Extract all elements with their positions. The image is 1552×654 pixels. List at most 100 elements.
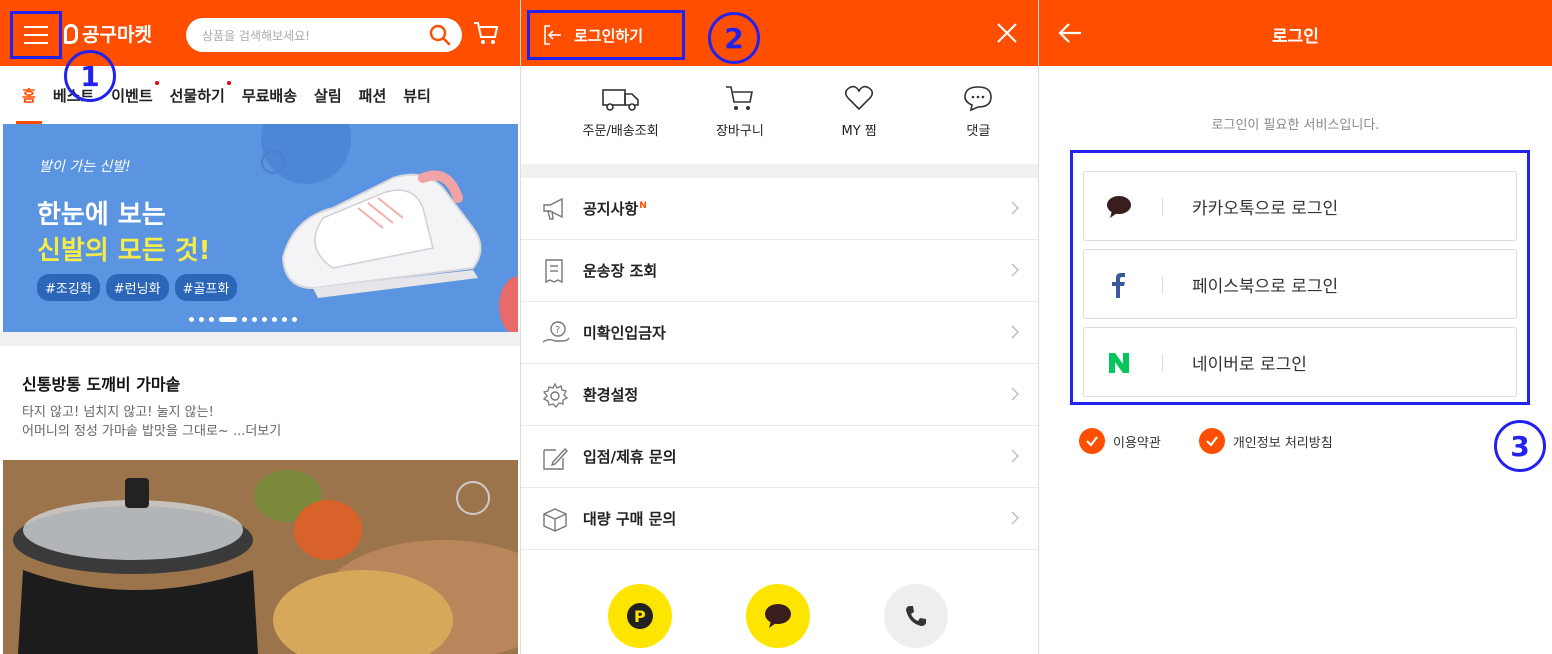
new-dot <box>154 80 159 85</box>
logo-text: 공구마켓 <box>82 24 152 46</box>
section-divider <box>0 332 520 346</box>
speech-bubble-icon <box>964 86 993 112</box>
menu-item-settings[interactable]: 환경설정 <box>521 364 1038 426</box>
new-badge: N <box>639 201 647 211</box>
menu-item-bulk-order[interactable]: 대량 구매 문의 <box>521 488 1038 550</box>
privacy-check[interactable]: 개인정보 처리방침 <box>1198 428 1333 454</box>
chevron-right-icon <box>1011 387 1019 401</box>
chevron-right-icon <box>1011 511 1019 525</box>
menu-item-unconfirmed-deposit[interactable]: ? 미확인입금자 <box>521 302 1038 364</box>
side-drawer-screen: 로그인하기 주문/배송조회 장바구니 MY 찜 댓글 공지사항N 운송장 조회 … <box>521 0 1038 654</box>
kakao-talk-button[interactable] <box>746 584 810 648</box>
privacy-label[interactable]: 개인정보 처리방침 <box>1233 432 1333 451</box>
slide-dot[interactable] <box>272 317 277 322</box>
login-header: 로그인 <box>1039 0 1552 66</box>
tab-free-shipping[interactable]: 무료배송 <box>242 85 297 106</box>
slide-dot[interactable] <box>262 317 267 322</box>
quick-link-wishlist[interactable]: MY 찜 <box>800 66 919 164</box>
slide-dot[interactable] <box>252 317 257 322</box>
app-logo[interactable]: 공구마켓 <box>64 20 152 47</box>
facebook-login-label: 페이스북으로 로그인 <box>1192 276 1339 297</box>
login-button[interactable]: 로그인하기 <box>527 10 685 60</box>
slide-dot[interactable] <box>199 317 204 322</box>
naver-login-button[interactable]: 네이버로 로그인 <box>1083 327 1517 397</box>
slide-dot-active[interactable] <box>219 317 237 322</box>
section-divider <box>521 164 1038 178</box>
phone-button[interactable] <box>884 584 948 648</box>
quick-links: 주문/배송조회 장바구니 MY 찜 댓글 <box>521 66 1038 164</box>
chevron-right-icon <box>1011 201 1019 215</box>
kakao-pay-button[interactable]: P <box>608 584 672 648</box>
tab-beauty[interactable]: 뷰티 <box>403 85 431 106</box>
banner-tag[interactable]: #골프화 <box>174 274 238 301</box>
chevron-right-icon <box>1011 325 1019 339</box>
banner-tags: #조깅화 #런닝화 #골프화 <box>37 274 238 301</box>
page-title: 로그인 <box>1272 27 1319 47</box>
banner-headline: 한눈에 보는 <box>37 200 166 230</box>
menu-item-label: 입점/제휴 문의 <box>583 448 677 466</box>
menu-item-tracking[interactable]: 운송장 조회 <box>521 240 1038 302</box>
article-description-more[interactable]: 어머니의 정성 가마솥 밥맛을 그대로~ ...더보기 <box>22 420 281 439</box>
banner-handwritten-text: 발이 가는 신발! <box>39 159 131 175</box>
tab-gift[interactable]: 선물하기 <box>170 80 231 106</box>
article-title[interactable]: 신통방통 도깨비 가마솥 <box>22 371 180 395</box>
receipt-icon <box>545 259 563 284</box>
annotation-marker-3: 3 <box>1494 420 1546 472</box>
menu-item-label: 미확인입금자 <box>583 324 666 342</box>
annotation-marker-1: 1 <box>64 50 116 102</box>
terms-label[interactable]: 이용약관 <box>1113 432 1161 451</box>
pencil-note-icon <box>543 447 568 470</box>
kakao-login-label: 카카오톡으로 로그인 <box>1192 198 1339 219</box>
login-button-label: 로그인하기 <box>574 26 644 45</box>
logo-mark-icon <box>64 23 78 44</box>
menu-item-notice[interactable]: 공지사항N <box>521 178 1038 240</box>
cauldron-image <box>3 460 518 654</box>
close-icon[interactable] <box>996 22 1018 44</box>
slide-dot[interactable] <box>189 317 194 322</box>
kakao-login-button[interactable]: 카카오톡으로 로그인 <box>1083 171 1517 241</box>
chevron-right-icon <box>1011 449 1019 463</box>
drawer-menu: 공지사항N 운송장 조회 ? 미확인입금자 환경설정 입점/제휴 문의 대량 구… <box>521 178 1038 550</box>
notice-label: 공지사항 <box>583 200 639 218</box>
facebook-login-button[interactable]: 페이스북으로 로그인 <box>1083 249 1517 319</box>
kakao-talk-icon <box>765 604 791 628</box>
kakao-pay-icon: P <box>627 603 653 629</box>
menu-item-partnership[interactable]: 입점/제휴 문의 <box>521 426 1038 488</box>
quick-link-comments[interactable]: 댓글 <box>919 66 1038 164</box>
slide-dot[interactable] <box>209 317 214 322</box>
box-icon <box>543 508 567 532</box>
facebook-icon <box>1104 272 1134 298</box>
tab-event[interactable]: 이벤트 <box>111 80 159 106</box>
gear-icon <box>542 382 569 408</box>
product-photo-gamasot[interactable] <box>3 460 518 654</box>
checkmark-icon[interactable] <box>1198 428 1225 454</box>
tab-home[interactable]: 홈 <box>16 85 42 124</box>
promo-banner[interactable]: 발이 가는 신발! 한눈에 보는 신발의 모든 것! #조깅화 #런닝화 #골프… <box>3 124 518 332</box>
slide-dot[interactable] <box>282 317 287 322</box>
menu-item-label: 공지사항N <box>583 198 647 219</box>
search-bar[interactable]: 상품을 검색해보세요! <box>186 18 462 52</box>
slide-dot[interactable] <box>242 317 247 322</box>
hamburger-menu-button[interactable] <box>10 11 62 59</box>
sneaker-image <box>281 170 482 298</box>
tab-fashion[interactable]: 패션 <box>359 85 387 106</box>
quick-link-cart[interactable]: 장바구니 <box>680 66 799 164</box>
divider <box>1162 354 1163 372</box>
slide-dot[interactable] <box>292 317 297 322</box>
tab-living[interactable]: 살림 <box>314 85 342 106</box>
slide-indicator[interactable] <box>189 317 297 322</box>
cart-icon <box>725 86 753 110</box>
search-icon[interactable] <box>428 23 452 47</box>
banner-tag[interactable]: #조깅화 <box>37 274 100 301</box>
drawer-header: 로그인하기 <box>521 0 1038 66</box>
cart-icon[interactable] <box>472 20 500 46</box>
heart-icon <box>845 85 874 111</box>
megaphone-icon <box>543 197 563 220</box>
banner-tag[interactable]: #런닝화 <box>105 274 169 301</box>
terms-check[interactable]: 이용약관 <box>1079 428 1161 454</box>
chevron-right-icon <box>1011 263 1019 277</box>
svg-text:P: P <box>634 607 646 626</box>
quick-link-orders[interactable]: 주문/배송조회 <box>521 66 680 164</box>
tab-event-label: 이벤트 <box>111 86 153 105</box>
checkmark-icon[interactable] <box>1079 428 1105 454</box>
